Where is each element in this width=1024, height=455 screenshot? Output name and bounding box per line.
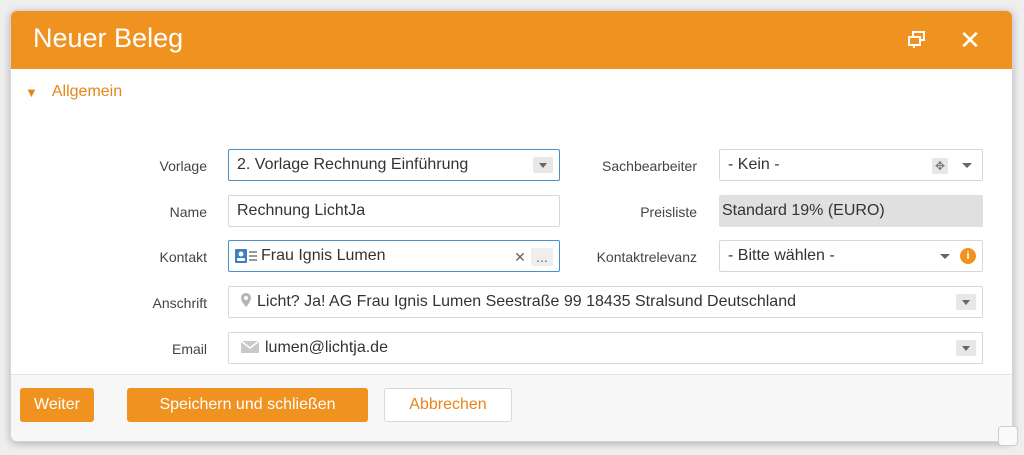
anschrift-select[interactable]: Licht? Ja! AG Frau Ignis Lumen Seestraße… — [228, 286, 983, 318]
move-arrows-icon[interactable]: ✥ — [932, 158, 948, 174]
name-input[interactable]: Rechnung LichtJa — [228, 195, 560, 227]
section-title: Allgemein — [51, 83, 123, 100]
new-document-dialog: Neuer Beleg ✕ ▼ Allgemein Vorlage 2. Vor… — [10, 10, 1013, 442]
chevron-down-icon[interactable] — [940, 254, 950, 264]
kontaktrelevanz-label: Kontaktrelevanz — [596, 249, 697, 265]
restore-window-icon[interactable] — [904, 27, 930, 53]
save-and-close-button[interactable]: Speichern und schließen — [127, 388, 368, 422]
preisliste-field: Standard 19% (EURO) — [719, 195, 983, 227]
kontakt-value: Frau Ignis Lumen — [261, 247, 386, 264]
sachbearbeiter-label: Sachbearbeiter — [602, 158, 697, 174]
form-panel: ▼ Allgemein Vorlage 2. Vorlage Rechnung … — [11, 69, 1012, 375]
vorlage-select[interactable]: 2. Vorlage Rechnung Einführung — [228, 149, 560, 181]
sachbearbeiter-value: - Kein - — [728, 156, 780, 173]
vorlage-value: 2. Vorlage Rechnung Einführung — [237, 156, 469, 173]
kontaktrelevanz-value: - Bitte wählen - — [728, 247, 835, 264]
cancel-button[interactable]: Abbrechen — [384, 388, 512, 422]
weiter-button[interactable]: Weiter — [20, 388, 94, 422]
section-allgemein-toggle[interactable]: ▼ Allgemein — [25, 83, 122, 101]
chevron-down-icon[interactable] — [533, 157, 553, 173]
preisliste-value: Standard 19% (EURO) — [722, 202, 885, 219]
triangle-down-icon: ▼ — [25, 84, 38, 100]
name-value: Rechnung LichtJa — [237, 202, 366, 219]
email-label: Email — [171, 341, 207, 357]
clear-icon[interactable]: ✕ — [511, 248, 529, 266]
resize-handle[interactable] — [998, 426, 1018, 446]
kontakt-input[interactable]: Frau Ignis Lumen ✕ ... — [228, 240, 560, 272]
preisliste-label: Preisliste — [640, 204, 697, 220]
name-label: Name — [169, 204, 207, 220]
dialog-titlebar[interactable]: Neuer Beleg ✕ — [11, 11, 1012, 69]
sachbearbeiter-select[interactable]: - Kein - ✥ — [719, 149, 983, 181]
envelope-icon — [240, 339, 260, 357]
chevron-down-icon[interactable] — [962, 163, 972, 173]
kontakt-label: Kontakt — [159, 249, 207, 265]
chevron-down-icon[interactable] — [956, 294, 976, 310]
contact-card-icon — [235, 249, 257, 263]
email-select[interactable]: lumen@lichtja.de — [228, 332, 983, 364]
map-pin-icon — [241, 293, 251, 311]
info-icon[interactable]: i — [960, 248, 976, 264]
vorlage-label: Vorlage — [159, 158, 207, 174]
chevron-down-icon[interactable] — [956, 340, 976, 356]
anschrift-label: Anschrift — [152, 295, 207, 311]
more-options-button[interactable]: ... — [531, 248, 553, 266]
kontaktrelevanz-select[interactable]: - Bitte wählen - i — [719, 240, 983, 272]
close-icon[interactable]: ✕ — [957, 27, 983, 53]
email-value: lumen@lichtja.de — [265, 339, 388, 356]
dialog-title: Neuer Beleg — [33, 23, 184, 53]
anschrift-value: Licht? Ja! AG Frau Ignis Lumen Seestraße… — [257, 293, 796, 310]
